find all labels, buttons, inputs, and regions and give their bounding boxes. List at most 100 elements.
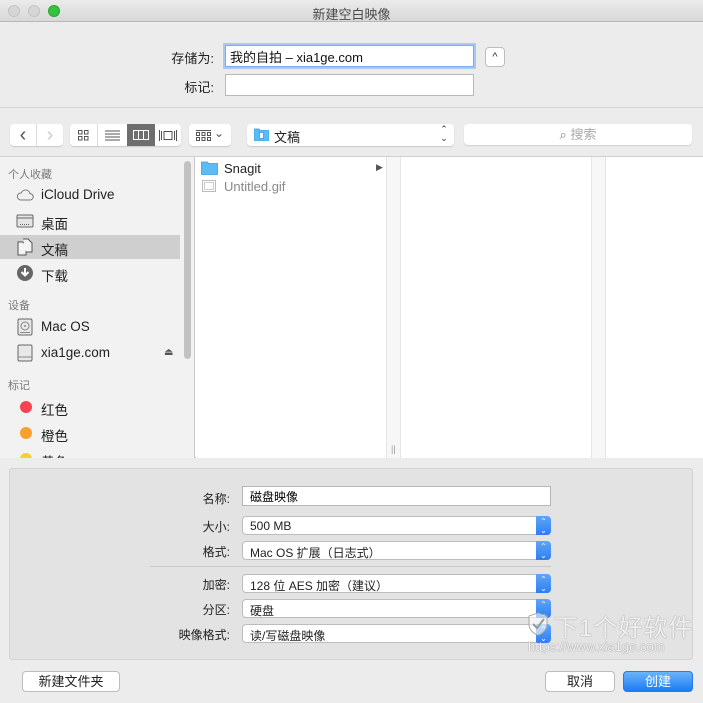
column-view-button[interactable] [127,124,155,146]
chevron-down-icon: ⌄ [213,126,225,140]
column-divider[interactable] [591,157,606,458]
cancel-button[interactable]: 取消 [545,671,615,692]
sidebar-item-label: xia1ge.com [41,345,111,360]
sidebar-item-icloud-drive[interactable]: iCloud Drive [0,183,180,207]
disk-image-options: 名称: 大小: 500 MB ⌃⌄ 格式: Mac OS 扩展（日志式） ⌃⌄ … [9,468,693,660]
save-as-input[interactable] [225,45,474,67]
encryption-label: 加密: [202,578,230,592]
sidebar-item-xia1ge[interactable]: xia1ge.com ⏏ [0,341,180,365]
disclosure-arrow-icon: ▶ [376,162,383,172]
updown-icon: ⌃ ⌄ [536,624,551,643]
chevron-up-icon: ^ [492,51,498,63]
updown-icon: ⌃ ⌄ [536,541,551,560]
name-input[interactable] [242,486,551,506]
file-name: Snagit [224,161,261,176]
updown-icon: ⌃ ⌄ [536,574,551,593]
sidebar-item-label: 下载 [41,269,68,284]
search-field[interactable]: ⌕ 搜索 [464,124,692,145]
format-value: Mac OS 扩展（日志式） [250,546,381,560]
download-icon [17,265,33,281]
sidebar-section-favorites: 个人收藏 [8,169,52,181]
back-button[interactable]: ‹ [10,124,36,146]
list-item-snagit[interactable]: Snagit ▶ [196,159,386,177]
size-label: 大小: [202,520,230,534]
image-file-icon [202,180,216,192]
updown-icon: ⌃ ⌄ [536,516,551,535]
size-select[interactable]: 500 MB ⌃ ⌄ [242,516,551,535]
divider [150,566,551,567]
folder-icon [201,161,218,175]
desktop-icon [16,214,34,228]
sidebar-item-mac-os[interactable]: Mac OS [0,315,180,339]
hard-disk-icon [17,318,33,336]
tags-input[interactable] [225,74,474,96]
sidebar-item-label: 红色 [41,403,68,418]
sidebar-item-documents[interactable]: 文稿 [0,235,180,259]
sidebar-scrollbar[interactable] [184,161,191,359]
encryption-value: 128 位 AES 加密（建议） [250,579,389,593]
cover-flow-icon [159,129,177,141]
sidebar-item-tag-red[interactable]: 红色 [0,395,180,419]
create-button[interactable]: 创建 [623,671,693,692]
image-format-select[interactable]: 读/写磁盘映像 ⌃ ⌄ [242,624,551,643]
size-value: 500 MB [250,519,292,533]
search-placeholder: 搜索 [570,127,597,142]
sidebar-item-label: 橙色 [41,429,68,444]
documents-folder-icon [254,128,269,141]
sidebar-item-tag-yellow[interactable]: 黄色 [0,447,180,458]
partition-label: 分区: [202,603,230,617]
browser-column-1: Snagit ▶ Untitled.gif [196,157,386,458]
column-resize-handle[interactable]: || [391,444,396,454]
location-popup[interactable]: 文稿 ⌃ ⌄ [247,124,454,146]
file-browser: 个人收藏 iCloud Drive 桌面 文稿 下载 设备 Mac OS xia… [0,157,703,458]
column-view-icon [133,130,149,140]
browser-column-2 [401,157,591,458]
icon-view-icon [78,129,89,140]
image-format-value: 读/写磁盘映像 [250,629,326,643]
sidebar-item-label: 文稿 [41,243,68,258]
browser-column-3 [606,157,703,458]
forward-button[interactable]: › [36,124,63,146]
sidebar-item-tag-orange[interactable]: 橙色 [0,421,180,445]
partition-value: 硬盘 [250,604,275,618]
yellow-tag-icon [20,453,32,458]
sidebar-section-tags: 标记 [8,380,30,392]
chevron-left-icon: ‹ [19,123,27,146]
save-as-section: 存储为: ^ 标记: [0,23,703,108]
new-folder-button[interactable]: 新建文件夹 [22,671,120,692]
sidebar: 个人收藏 iCloud Drive 桌面 文稿 下载 设备 Mac OS xia… [0,157,195,458]
name-label: 名称: [202,492,230,506]
list-item-untitled-gif[interactable]: Untitled.gif [196,177,386,195]
red-tag-icon [20,401,32,413]
sidebar-item-downloads[interactable]: 下载 [0,261,180,285]
window-title: 新建空白映像 [312,7,391,22]
location-label: 文稿 [274,130,301,145]
disk-image-icon [17,344,33,362]
toolbar: ‹ › ⌄ 文稿 ⌃ ⌄ ⌕ 搜索 [0,109,703,157]
search-icon: ⌕ [559,127,567,142]
partition-select[interactable]: 硬盘 ⌃ ⌄ [242,599,551,618]
column-divider[interactable] [386,157,401,458]
list-view-icon [105,130,120,140]
sidebar-section-devices: 设备 [8,300,30,312]
nav-buttons: ‹ › [10,124,63,146]
format-select[interactable]: Mac OS 扩展（日志式） ⌃ ⌄ [242,541,551,560]
encryption-select[interactable]: 128 位 AES 加密（建议） ⌃ ⌄ [242,574,551,593]
arrange-icon [195,129,211,141]
icon-view-button[interactable] [70,124,97,146]
image-format-label: 映像格式: [178,628,230,642]
format-label: 格式: [202,545,230,559]
sidebar-item-desktop[interactable]: 桌面 [0,209,180,233]
cover-flow-view-button[interactable] [155,124,181,146]
sidebar-item-label: Mac OS [41,319,90,334]
cloud-icon [16,189,34,201]
updown-icon: ⌃ ⌄ [440,124,448,143]
orange-tag-icon [20,427,32,439]
sidebar-item-label: 黄色 [41,451,68,458]
eject-icon[interactable]: ⏏ [164,347,173,358]
chevron-right-icon: › [46,123,54,146]
tags-label: 标记: [184,80,214,95]
arrange-button[interactable]: ⌄ [189,124,231,146]
expand-dialog-button[interactable]: ^ [485,47,505,67]
list-view-button[interactable] [97,124,127,146]
